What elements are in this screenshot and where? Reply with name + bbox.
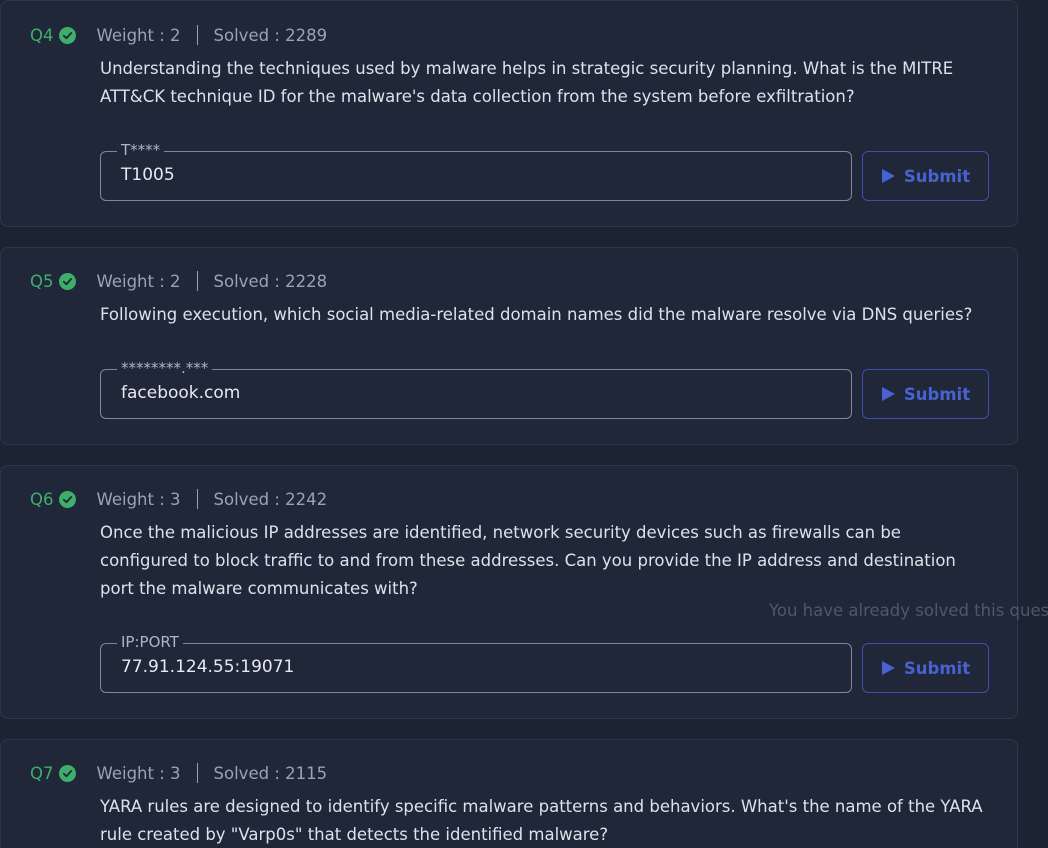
question-header-q6: Q6 Weight : 3 Solved : 2242 [30, 489, 327, 509]
question-solved-count: Solved : 2228 [213, 271, 328, 291]
answer-format-label: T**** [117, 141, 165, 159]
answer-input[interactable]: IP:PORT 77.91.124.55:19071 [100, 633, 852, 693]
answer-value[interactable]: 77.91.124.55:19071 [121, 657, 294, 677]
answer-format-label: ********.*** [117, 359, 213, 377]
answer-input[interactable]: T**** T1005 [100, 141, 852, 201]
question-number: Q7 [30, 763, 54, 783]
answer-input[interactable]: ********.*** facebook.com [100, 359, 852, 419]
submit-label: Submit [903, 384, 971, 404]
question-number: Q6 [30, 489, 54, 509]
question-number: Q4 [30, 25, 54, 45]
play-icon [881, 660, 896, 676]
check-circle-icon [58, 764, 76, 782]
challenge-questions-page: Q4 Weight : 2 Solved : 2289 Understandin… [0, 0, 1048, 848]
submit-button[interactable]: Submit [862, 369, 989, 419]
question-text: Understanding the techniques used by mal… [100, 59, 954, 106]
question-weight: Weight : 3 [96, 489, 181, 509]
question-header-q4: Q4 Weight : 2 Solved : 2289 [30, 25, 327, 45]
question-header-q5: Q5 Weight : 2 Solved : 2228 [30, 271, 327, 291]
question-text: Following execution, which social media-… [100, 305, 973, 324]
submit-button[interactable]: Submit [862, 151, 989, 201]
submit-button[interactable]: Submit [862, 643, 989, 693]
answer-value[interactable]: facebook.com [121, 383, 240, 403]
divider [196, 763, 198, 783]
question-header-q7: Q7 Weight : 3 Solved : 2115 [30, 763, 327, 783]
question-solved-count: Solved : 2242 [213, 489, 328, 509]
divider [196, 489, 198, 509]
divider [196, 271, 198, 291]
divider [196, 25, 198, 45]
question-text: Once the malicious IP addresses are iden… [100, 523, 956, 598]
question-solved-count: Solved : 2289 [213, 25, 328, 45]
answer-value[interactable]: T1005 [121, 165, 175, 185]
check-circle-icon [58, 272, 76, 290]
question-weight: Weight : 3 [96, 763, 181, 783]
question-weight: Weight : 2 [96, 25, 181, 45]
submit-label: Submit [903, 166, 971, 186]
question-weight: Weight : 2 [96, 271, 181, 291]
question-text: YARA rules are designed to identify spec… [100, 797, 983, 844]
question-number: Q5 [30, 271, 54, 291]
answer-format-label: IP:PORT [117, 633, 183, 651]
check-circle-icon [58, 490, 76, 508]
play-icon [881, 168, 896, 184]
submit-label: Submit [903, 658, 971, 678]
already-solved-tooltip: You have already solved this ques [769, 601, 1048, 620]
play-icon [881, 386, 896, 402]
check-circle-icon [58, 26, 76, 44]
question-solved-count: Solved : 2115 [213, 763, 328, 783]
